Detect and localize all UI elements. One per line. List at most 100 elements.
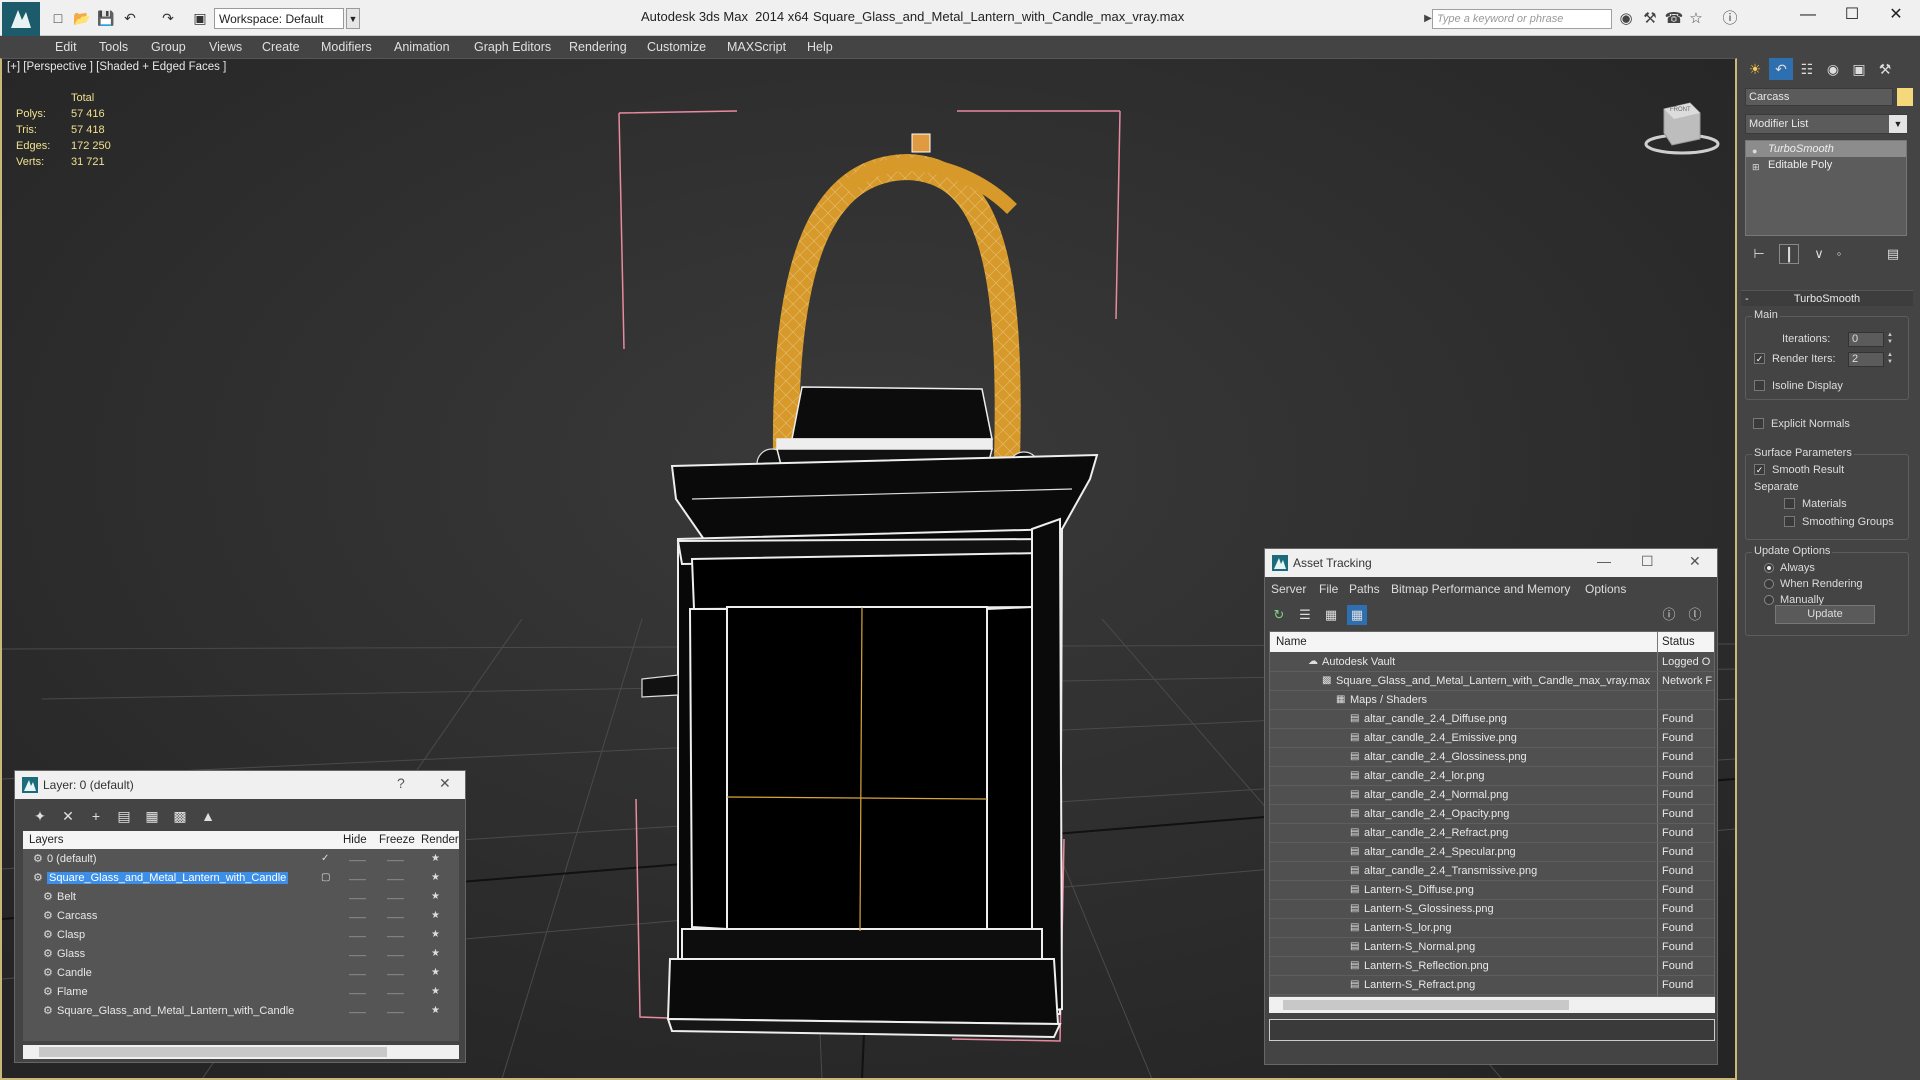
asset-row[interactable]: ▤ altar_candle_2.4_Opacity.png Found <box>1270 805 1714 824</box>
freeze-all-icon[interactable]: ▲ <box>197 805 219 827</box>
render-iters-spinner[interactable]: 2 <box>1848 352 1884 367</box>
render-teapot-icon[interactable]: ★ <box>431 891 440 902</box>
horizontal-scrollbar[interactable] <box>23 1045 459 1059</box>
context-help-icon[interactable]: ⓛ <box>1685 605 1705 625</box>
iterations-spinner[interactable]: 0 <box>1848 332 1884 347</box>
spinner-arrows-icon[interactable]: ▲ ▼ <box>1886 332 1894 347</box>
help-icon[interactable]: ? <box>397 775 405 791</box>
highlight-layer-icon[interactable]: ▦ <box>141 805 163 827</box>
isoline-checkbox[interactable] <box>1754 380 1765 391</box>
render-teapot-icon[interactable]: ★ <box>431 967 440 978</box>
hide-all-icon[interactable]: ▩ <box>169 805 191 827</box>
freeze-toggle[interactable]: —— <box>387 893 404 903</box>
menu-tools[interactable]: Tools <box>99 40 128 54</box>
asset-row[interactable]: ▤ altar_candle_2.4_Refract.png Found <box>1270 824 1714 843</box>
col-hide[interactable]: Hide <box>343 834 367 846</box>
viewcube-face-label[interactable]: FRONT <box>1670 107 1691 113</box>
hide-toggle[interactable]: —— <box>349 988 366 998</box>
add-to-layer-icon[interactable]: + <box>85 805 107 827</box>
asset-row[interactable]: ▤ Lantern-S_Refract.png Found <box>1270 976 1714 995</box>
freeze-toggle[interactable]: —— <box>387 950 404 960</box>
binoculars-icon[interactable]: ◉ <box>1616 9 1636 29</box>
render-iters-checkbox[interactable]: ✓ <box>1754 353 1765 364</box>
help-icon[interactable]: ⓘ <box>1659 605 1679 625</box>
search-input[interactable]: Type a keyword or phrase <box>1432 9 1612 29</box>
redo-icon[interactable]: ↷ <box>158 8 178 28</box>
chevron-down-icon[interactable]: ▼ <box>346 8 360 29</box>
menu-modifiers[interactable]: Modifiers <box>321 40 372 54</box>
update-button[interactable]: Update <box>1775 605 1875 624</box>
manually-radio[interactable] <box>1764 595 1774 605</box>
hide-toggle[interactable]: —— <box>349 1007 366 1017</box>
delete-layer-icon[interactable]: ✕ <box>57 805 79 827</box>
maximize-button[interactable]: ☐ <box>1832 4 1872 28</box>
menu-maxscript[interactable]: MAXScript <box>727 40 786 54</box>
col-name[interactable]: Name <box>1276 636 1307 648</box>
object-name-field[interactable]: Carcass <box>1745 88 1893 106</box>
motion-tab-icon[interactable]: ◉ <box>1821 58 1845 80</box>
asset-row[interactable]: ☁ Autodesk Vault Logged O <box>1270 653 1714 672</box>
menu-graph-editors[interactable]: Graph Editors <box>474 40 551 54</box>
menu-help[interactable]: Help <box>807 40 833 54</box>
menu-rendering[interactable]: Rendering <box>569 40 627 54</box>
hide-toggle[interactable]: —— <box>349 893 366 903</box>
always-radio[interactable] <box>1764 563 1774 573</box>
menu-edit[interactable]: Edit <box>55 40 77 54</box>
menu-group[interactable]: Group <box>151 40 186 54</box>
materials-checkbox[interactable] <box>1784 498 1795 509</box>
close-icon[interactable]: ✕ <box>1689 553 1701 570</box>
maximize-icon[interactable]: ☐ <box>1641 553 1654 570</box>
asset-row[interactable]: ▤ Lantern-S_Glossiness.png Found <box>1270 900 1714 919</box>
freeze-toggle[interactable]: —— <box>387 874 404 884</box>
col-render[interactable]: Render <box>421 834 459 846</box>
app-logo-button[interactable] <box>2 2 40 36</box>
favorites-star-icon[interactable]: ☆ <box>1686 9 1706 29</box>
asset-row[interactable]: ▤ altar_candle_2.4_Specular.png Found <box>1270 843 1714 862</box>
smoothing-groups-checkbox[interactable] <box>1784 516 1795 527</box>
explicit-normals-checkbox[interactable] <box>1753 418 1764 429</box>
asset-window-titlebar[interactable]: Asset Tracking — ☐ ✕ <box>1265 549 1717 577</box>
thumbnail-view-icon[interactable]: ▦ <box>1321 605 1341 625</box>
layer-row[interactable]: ⚙ Belt —— —— ★ <box>23 888 459 907</box>
hierarchy-tab-icon[interactable]: ☷ <box>1795 58 1819 80</box>
render-teapot-icon[interactable]: ★ <box>431 872 440 883</box>
display-tab-icon[interactable]: ▣ <box>1847 58 1871 80</box>
menu-customize[interactable]: Customize <box>647 40 706 54</box>
configure-sets-icon[interactable]: ▤ <box>1883 244 1903 264</box>
project-folder-icon[interactable]: ▣ <box>190 8 210 28</box>
render-teapot-icon[interactable]: ★ <box>431 929 440 940</box>
menu-views[interactable]: Views <box>209 40 242 54</box>
layer-row[interactable]: ⚙ Flame —— —— ★ <box>23 983 459 1002</box>
hide-toggle[interactable]: —— <box>349 912 366 922</box>
hide-toggle[interactable]: —— <box>349 874 366 884</box>
layer-row[interactable]: ⚙ 0 (default) ✓ —— —— ★ <box>23 850 459 869</box>
layer-row[interactable]: ⚙ Candle —— —— ★ <box>23 964 459 983</box>
close-icon[interactable]: ✕ <box>439 775 451 792</box>
expand-plus-icon[interactable]: ⊞ <box>1752 159 1760 175</box>
hide-toggle[interactable]: —— <box>349 950 366 960</box>
render-teapot-icon[interactable]: ★ <box>431 1005 440 1016</box>
freeze-toggle[interactable]: —— <box>387 855 404 865</box>
list-view-icon[interactable]: ☰ <box>1295 605 1315 625</box>
active-layer-check-icon[interactable]: ✓ <box>321 853 329 864</box>
freeze-toggle[interactable]: —— <box>387 1007 404 1017</box>
render-teapot-icon[interactable]: ★ <box>431 986 440 997</box>
col-layers[interactable]: Layers <box>29 834 64 846</box>
when-rendering-radio[interactable] <box>1764 579 1774 589</box>
asset-row[interactable]: ▤ Lantern-S_Diffuse.png Found <box>1270 881 1714 900</box>
close-button[interactable]: ✕ <box>1876 4 1916 28</box>
layer-window-titlebar[interactable]: Layer: 0 (default) ? ✕ <box>15 771 465 799</box>
render-teapot-icon[interactable]: ★ <box>431 853 440 864</box>
table-view-icon[interactable]: ▦ <box>1347 605 1367 625</box>
menu-server[interactable]: Server <box>1271 582 1306 596</box>
menu-animation[interactable]: Animation <box>394 40 450 54</box>
asset-row[interactable]: ▤ altar_candle_2.4_Emissive.png Found <box>1270 729 1714 748</box>
new-layer-icon[interactable]: ✦ <box>29 805 51 827</box>
chevron-down-icon[interactable]: ▼ <box>1889 115 1907 133</box>
render-teapot-icon[interactable]: ★ <box>431 948 440 959</box>
set-active-layer-icon[interactable]: ▢ <box>321 872 330 883</box>
workspace-dropdown[interactable]: Workspace: Default <box>214 8 344 29</box>
save-file-icon[interactable]: 💾 <box>96 8 116 28</box>
make-unique-icon[interactable]: ∨ <box>1809 244 1829 264</box>
hide-toggle[interactable]: —— <box>349 855 366 865</box>
